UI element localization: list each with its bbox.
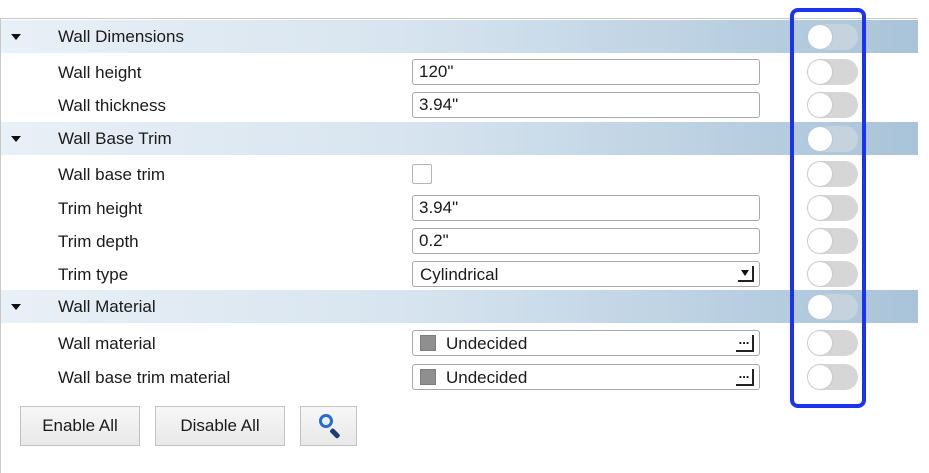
property-row-trim-height: Trim height 3.94"	[1, 191, 918, 224]
wall-base-trim-checkbox[interactable]	[412, 164, 432, 184]
material-value: Undecided	[446, 368, 528, 387]
section-header-wall-material[interactable]: Wall Material	[1, 290, 918, 323]
property-panel: Wall Dimensions Wall height 120" Wall th…	[0, 0, 929, 473]
toggle-column-highlight	[790, 8, 866, 408]
material-swatch	[420, 335, 436, 351]
search-icon	[316, 413, 342, 440]
wall-thickness-input[interactable]: 3.94"	[412, 92, 760, 118]
property-label: Wall material	[58, 334, 156, 353]
trim-type-select[interactable]: Cylindrical	[412, 261, 760, 287]
material-swatch	[420, 369, 436, 385]
property-label: Trim height	[58, 199, 143, 218]
property-label: Wall base trim material	[58, 368, 231, 387]
property-row-wall-thickness: Wall thickness 3.94"	[1, 88, 918, 121]
search-button[interactable]	[300, 406, 357, 446]
property-row-wall-base-trim: Wall base trim	[1, 157, 918, 190]
disable-all-button[interactable]: Disable All	[155, 406, 285, 446]
material-value: Undecided	[446, 334, 528, 353]
property-label: Wall base trim	[58, 165, 166, 184]
property-row-trim-depth: Trim depth 0.2"	[1, 224, 918, 257]
wall-base-trim-material-picker[interactable]: Undecided ...	[412, 364, 760, 390]
property-label: Wall thickness	[58, 96, 167, 115]
dropdown-button[interactable]	[738, 266, 754, 282]
trim-depth-input[interactable]: 0.2"	[412, 228, 760, 254]
property-label: Trim depth	[58, 232, 139, 251]
wall-height-input[interactable]: 120"	[412, 59, 760, 85]
section-title: Wall Dimensions	[58, 27, 184, 46]
section-title: Wall Base Trim	[58, 129, 172, 148]
panel-top-border	[0, 18, 918, 19]
wall-material-picker[interactable]: Undecided ...	[412, 330, 760, 356]
collapse-arrow-icon[interactable]	[11, 34, 21, 40]
browse-button[interactable]: ...	[736, 367, 754, 386]
property-row-wall-base-trim-material: Wall base trim material Undecided ...	[1, 360, 918, 393]
property-row-wall-height: Wall height 120"	[1, 55, 918, 88]
trim-height-input[interactable]: 3.94"	[412, 195, 760, 221]
section-header-wall-dimensions[interactable]: Wall Dimensions	[1, 20, 918, 53]
collapse-arrow-icon[interactable]	[11, 304, 21, 310]
section-title: Wall Material	[58, 297, 156, 316]
section-header-wall-base-trim[interactable]: Wall Base Trim	[1, 122, 918, 155]
property-row-trim-type: Trim type Cylindrical	[1, 257, 918, 290]
collapse-arrow-icon[interactable]	[11, 136, 21, 142]
select-value: Cylindrical	[420, 265, 499, 284]
chevron-down-icon	[741, 270, 749, 276]
browse-button[interactable]: ...	[736, 333, 754, 352]
enable-all-button[interactable]: Enable All	[20, 406, 140, 446]
property-label: Wall height	[58, 63, 142, 82]
property-row-wall-material: Wall material Undecided ...	[1, 326, 918, 359]
property-label: Trim type	[58, 265, 129, 284]
